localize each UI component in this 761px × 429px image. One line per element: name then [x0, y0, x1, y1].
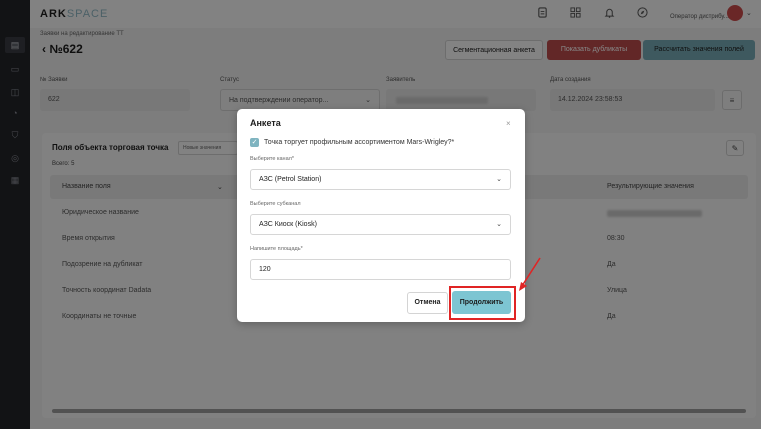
profile-assortment-checkbox[interactable]: ✓: [250, 138, 259, 147]
channel-value: АЗС (Petrol Station): [259, 176, 322, 183]
modal-title: Анкета: [250, 118, 281, 128]
cancel-button[interactable]: Отмена: [407, 292, 448, 314]
subchannel-select[interactable]: АЗС Киоск (Kiosk) ⌄: [250, 214, 511, 235]
channel-select[interactable]: АЗС (Petrol Station) ⌄: [250, 169, 511, 190]
channel-label: Выберите канал*: [250, 156, 294, 162]
checkbox-label[interactable]: Точка торгует профильным ассортиментом M…: [264, 139, 454, 146]
subchannel-label: Выберите субканал: [250, 201, 301, 207]
chevron-down-icon: ⌄: [496, 221, 502, 228]
close-icon[interactable]: ×: [506, 119, 511, 128]
chevron-down-icon: ⌄: [496, 176, 502, 183]
annotation-highlight-box: [449, 286, 516, 320]
annotation-arrow-icon: [519, 257, 541, 291]
area-label: Напишите площадь*: [250, 246, 303, 252]
area-input[interactable]: 120: [250, 259, 511, 280]
subchannel-value: АЗС Киоск (Kiosk): [259, 221, 317, 228]
